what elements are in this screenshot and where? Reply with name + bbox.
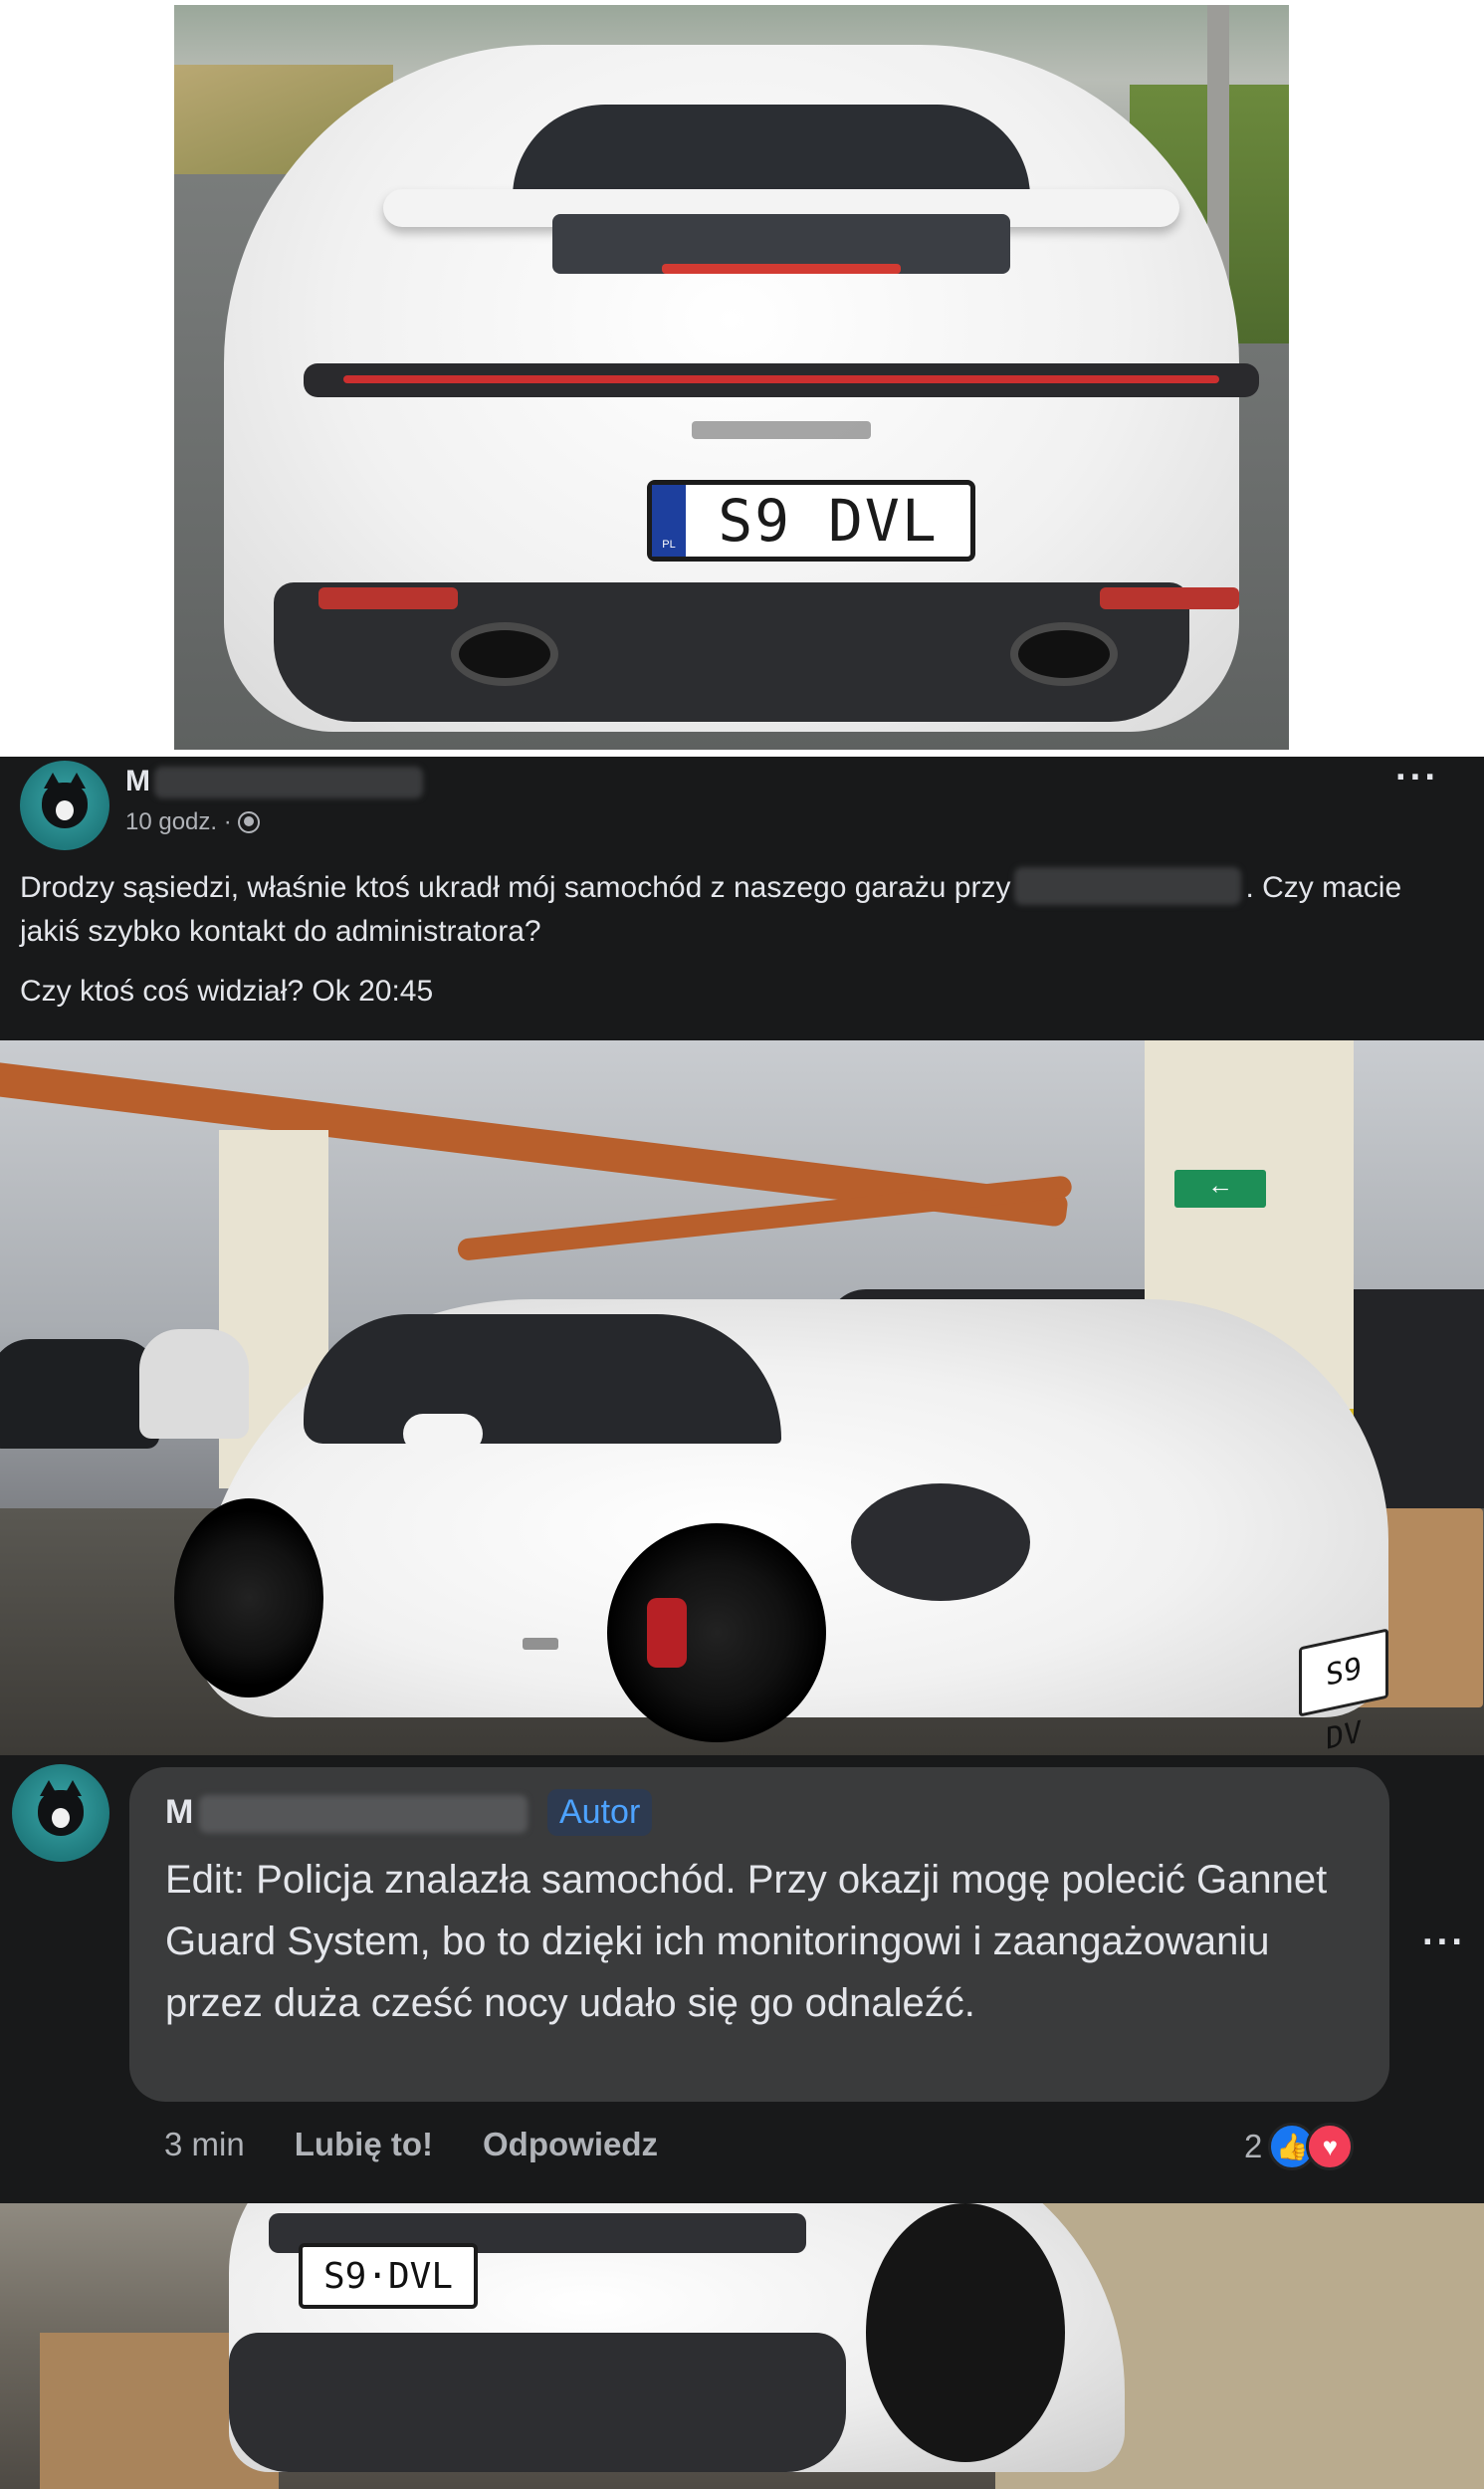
- redacted-address: [1014, 867, 1242, 905]
- exit-arrow-icon: ←: [1174, 1170, 1266, 1208]
- comment-bubble: M Autor Edit: Policja znalazła samochód.…: [129, 1767, 1389, 2102]
- porsche-rear: PL S9 DVL: [224, 45, 1259, 732]
- comment-author-name[interactable]: M: [165, 1793, 193, 1832]
- background-car-left: [0, 1339, 159, 1449]
- white-porsche-side: S9 DV: [174, 1299, 1388, 1755]
- post-body: Drodzy sąsiedzi, właśnie ktoś ukradł mój…: [20, 866, 1443, 1014]
- model-badge: [692, 421, 871, 439]
- comment-actions: 3 min Lubię to! Odpowiedz: [164, 2126, 708, 2163]
- license-plate: PL S9 DVL: [647, 480, 975, 562]
- exhaust-right: [1010, 622, 1118, 686]
- tail-light-bar: [304, 363, 1259, 397]
- post-timestamp[interactable]: 10 godz. ·: [125, 808, 260, 836]
- background-suv: [139, 1329, 249, 1439]
- post-paragraph-1: Drodzy sąsiedzi, właśnie ktoś ukradł mój…: [20, 866, 1443, 954]
- bottom-car-photo[interactable]: S9·DVL: [0, 2203, 1484, 2489]
- post-paragraph-2: Czy ktoś coś widział? Ok 20:45: [20, 975, 434, 1008]
- reflector-left: [318, 587, 458, 609]
- post-text-before-address: Drodzy sąsiedzi, właśnie ktoś ukradł mój…: [20, 871, 1011, 904]
- plate-number: S9 DVL: [718, 487, 939, 555]
- facebook-post: M 10 godz. · ··· Drodzy sąsiedzi, właśni…: [0, 757, 1484, 2489]
- comment-more-options-icon[interactable]: ···: [1422, 1922, 1466, 1964]
- author-badge: Autor: [547, 1789, 653, 1836]
- car-window: [304, 1314, 781, 1444]
- headlight: [851, 1483, 1030, 1601]
- reflector-right: [1100, 587, 1239, 609]
- reply-button[interactable]: Odpowiedz: [483, 2126, 658, 2163]
- porsche-rear-garage: S9·DVL: [229, 2203, 1125, 2472]
- redacted-author-name: [154, 767, 423, 798]
- post-more-options-icon[interactable]: ···: [1395, 757, 1439, 799]
- heart-icon: ♥: [1306, 2123, 1355, 2170]
- red-brake-caliper: [647, 1598, 687, 1668]
- side-mirror: [403, 1414, 483, 1454]
- redacted-commenter-name: [199, 1795, 528, 1833]
- post-author-name[interactable]: M: [125, 765, 150, 798]
- rear-bumper: [229, 2333, 846, 2472]
- post-author-avatar[interactable]: [20, 761, 109, 850]
- globe-icon: [237, 811, 260, 833]
- top-car-photo[interactable]: PL S9 DVL: [174, 5, 1289, 750]
- post-time-text: 10 godz. ·: [125, 808, 232, 835]
- comment-author-avatar[interactable]: [12, 1764, 109, 1862]
- reaction-count: 2: [1244, 2128, 1263, 2164]
- like-comment-button[interactable]: Lubię to!: [295, 2126, 433, 2163]
- front-wheel: [607, 1523, 826, 1742]
- license-plate: S9·DVL: [299, 2243, 478, 2309]
- cat-icon: [38, 1780, 84, 1836]
- rear-wheel: [174, 1498, 323, 1697]
- garage-car-photo[interactable]: ← S9 DV: [0, 1040, 1484, 1755]
- third-brake-light: [662, 264, 901, 274]
- comment-text: Edit: Policja znalazła samochód. Przy ok…: [165, 1858, 1328, 2025]
- gts-badge: [523, 1638, 558, 1650]
- plate-country-code: PL: [652, 485, 686, 557]
- comment-reactions[interactable]: 2 👍 ♥: [1244, 2123, 1355, 2170]
- cat-icon: [42, 773, 88, 828]
- exhaust-left: [451, 622, 558, 686]
- comment-timestamp[interactable]: 3 min: [164, 2126, 245, 2163]
- rear-wheel: [866, 2203, 1065, 2462]
